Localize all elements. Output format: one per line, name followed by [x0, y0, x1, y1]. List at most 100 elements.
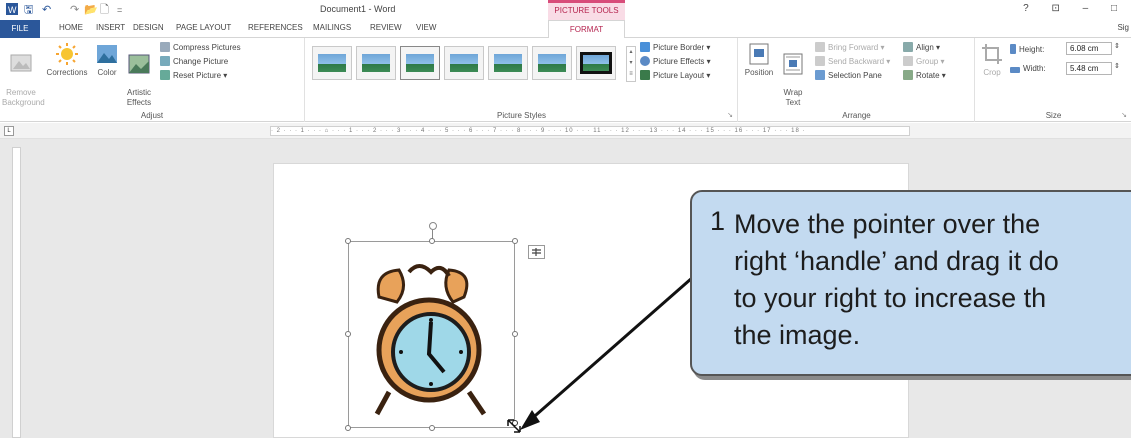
send-backward-button[interactable]: Send Backward ▾	[815, 56, 890, 66]
resize-handle-bottom[interactable]	[429, 425, 435, 431]
height-label: Height:	[1010, 44, 1044, 54]
picture-style-5[interactable]	[488, 46, 528, 80]
width-label: Width:	[1010, 64, 1046, 73]
adjust-group-label: Adjust	[140, 111, 164, 120]
alarm-clock-clipart	[374, 264, 487, 416]
group-label: Group	[916, 57, 939, 66]
arrange-group-label: Arrange	[842, 111, 871, 120]
new-document-icon[interactable]: 🗋	[100, 3, 109, 17]
artistic-effects-button[interactable]: Artistic Effects	[122, 42, 156, 108]
corrections-button[interactable]: Corrections	[44, 42, 90, 78]
ribbon: Remove Background Corrections Color Arti…	[0, 38, 1131, 122]
picture-border-label: Picture Border	[653, 43, 705, 52]
tab-mailings[interactable]: MAILINGS	[313, 23, 351, 32]
tab-file[interactable]: FILE	[0, 20, 40, 38]
picture-tools-label: PICTURE TOOLS	[548, 0, 625, 20]
bring-forward-icon	[815, 42, 825, 52]
height-icon	[1010, 44, 1016, 54]
picture-layout-label: Picture Layout	[653, 71, 705, 80]
resize-handle-bottom-left[interactable]	[345, 425, 351, 431]
horizontal-ruler[interactable]: · 2 · · · 1 · · · ⌂ · · · 1 · · · 2 · · …	[270, 126, 910, 136]
crop-icon	[982, 44, 1002, 64]
align-icon	[903, 42, 913, 52]
customize-qat-icon[interactable]: =	[117, 3, 122, 17]
instruction-callout: 1 Move the pointer over the right ‘handl…	[690, 190, 1131, 376]
callout-text: Move the pointer over the right ‘handle’…	[734, 209, 1059, 350]
tab-view[interactable]: VIEW	[416, 23, 436, 32]
tab-selector[interactable]: L	[4, 126, 14, 136]
window-controls[interactable]: ? ⊡ – □	[1023, 3, 1127, 14]
rotate-label: Rotate	[916, 71, 940, 80]
compress-pictures-label: Compress Pictures	[173, 43, 241, 52]
picture-style-1[interactable]	[312, 46, 352, 80]
tab-review[interactable]: REVIEW	[370, 23, 402, 32]
picture-layout-icon	[640, 70, 650, 80]
crop-button[interactable]: Crop	[980, 42, 1004, 78]
resize-handle-top-right[interactable]	[512, 238, 518, 244]
corrections-icon	[56, 43, 78, 65]
picture-style-3[interactable]	[400, 46, 440, 80]
remove-background-icon	[10, 54, 32, 72]
adjust-group: Remove Background Corrections Color Arti…	[0, 38, 305, 122]
picture-layout-button[interactable]: Picture Layout ▾	[640, 70, 710, 80]
picture-style-2[interactable]	[356, 46, 396, 80]
group-button[interactable]: Group ▾	[903, 56, 944, 66]
corrections-label: Corrections	[46, 68, 88, 77]
rotate-handle[interactable]	[429, 222, 437, 230]
layout-options-icon	[532, 248, 541, 256]
selection-pane-button[interactable]: Selection Pane	[815, 70, 882, 80]
wrap-text-button[interactable]: Wrap Text	[779, 42, 807, 108]
tab-insert[interactable]: INSERT	[96, 23, 125, 32]
width-input[interactable]: 5.48 cm	[1066, 62, 1112, 75]
height-input[interactable]: 6.08 cm	[1066, 42, 1112, 55]
undo-icon[interactable]: ↶	[42, 3, 51, 17]
group-icon	[903, 56, 913, 66]
compress-pictures-button[interactable]: Compress Pictures	[160, 42, 241, 52]
resize-handle-top-left[interactable]	[345, 238, 351, 244]
layout-options-button[interactable]	[528, 245, 545, 259]
remove-background-button[interactable]: Remove Background	[2, 42, 45, 108]
color-button[interactable]: Color	[92, 42, 122, 78]
bring-forward-button[interactable]: Bring Forward ▾	[815, 42, 885, 52]
gallery-scroll-buttons[interactable]: ▴ ▾ ≡	[626, 46, 636, 82]
rotate-icon	[903, 70, 913, 80]
sign-in-link[interactable]: Sig	[1117, 23, 1129, 32]
resize-handle-right[interactable]	[512, 331, 518, 337]
picture-effects-button[interactable]: Picture Effects ▾	[640, 56, 711, 66]
send-backward-label: Send Backward	[828, 57, 885, 66]
open-icon[interactable]: 📂	[84, 3, 98, 17]
rotate-button[interactable]: Rotate ▾	[903, 70, 946, 80]
picture-style-7[interactable]	[576, 46, 616, 80]
width-icon	[1010, 67, 1020, 73]
picture-styles-group: ▴ ▾ ≡ Picture Border ▾ Picture Effects ▾ P…	[306, 38, 738, 122]
resize-handle-top[interactable]	[429, 238, 435, 244]
picture-style-6[interactable]	[532, 46, 572, 80]
redo-icon[interactable]: ↷	[70, 3, 79, 17]
picture-border-button[interactable]: Picture Border ▾	[640, 42, 710, 52]
reset-picture-label: Reset Picture	[173, 71, 222, 80]
width-spinner[interactable]: ⇕	[1114, 62, 1120, 70]
tab-design[interactable]: DESIGN	[133, 23, 164, 32]
picture-style-4[interactable]	[444, 46, 484, 80]
reset-picture-button[interactable]: Reset Picture ▾	[160, 70, 227, 80]
height-spinner[interactable]: ⇕	[1114, 42, 1120, 50]
selected-picture[interactable]	[348, 241, 515, 428]
tab-format[interactable]: FORMAT	[548, 20, 625, 39]
tab-references[interactable]: REFERENCES	[248, 23, 303, 32]
resize-handle-bottom-right[interactable]	[512, 420, 518, 426]
tab-page-layout[interactable]: PAGE LAYOUT	[176, 23, 231, 32]
reset-picture-icon	[160, 70, 170, 80]
align-button[interactable]: Align ▾	[903, 42, 940, 52]
resize-handle-left[interactable]	[345, 331, 351, 337]
size-launcher-icon[interactable]: ↘	[1121, 111, 1127, 119]
vertical-ruler[interactable]	[12, 147, 21, 438]
tab-home[interactable]: HOME	[59, 23, 83, 32]
picture-styles-launcher-icon[interactable]: ↘	[727, 111, 733, 119]
arrange-group: Position Wrap Text Bring Forward ▾ Send …	[739, 38, 975, 122]
save-icon[interactable]: 🖫	[24, 3, 33, 17]
document-title: Document1 - Word	[320, 4, 396, 14]
change-picture-button[interactable]: Change Picture	[160, 56, 228, 66]
svg-text:W: W	[8, 5, 17, 15]
position-button[interactable]: Position	[743, 42, 775, 78]
ribbon-tabs: FILE HOME INSERT DESIGN PAGE LAYOUT REFE…	[0, 20, 1131, 39]
